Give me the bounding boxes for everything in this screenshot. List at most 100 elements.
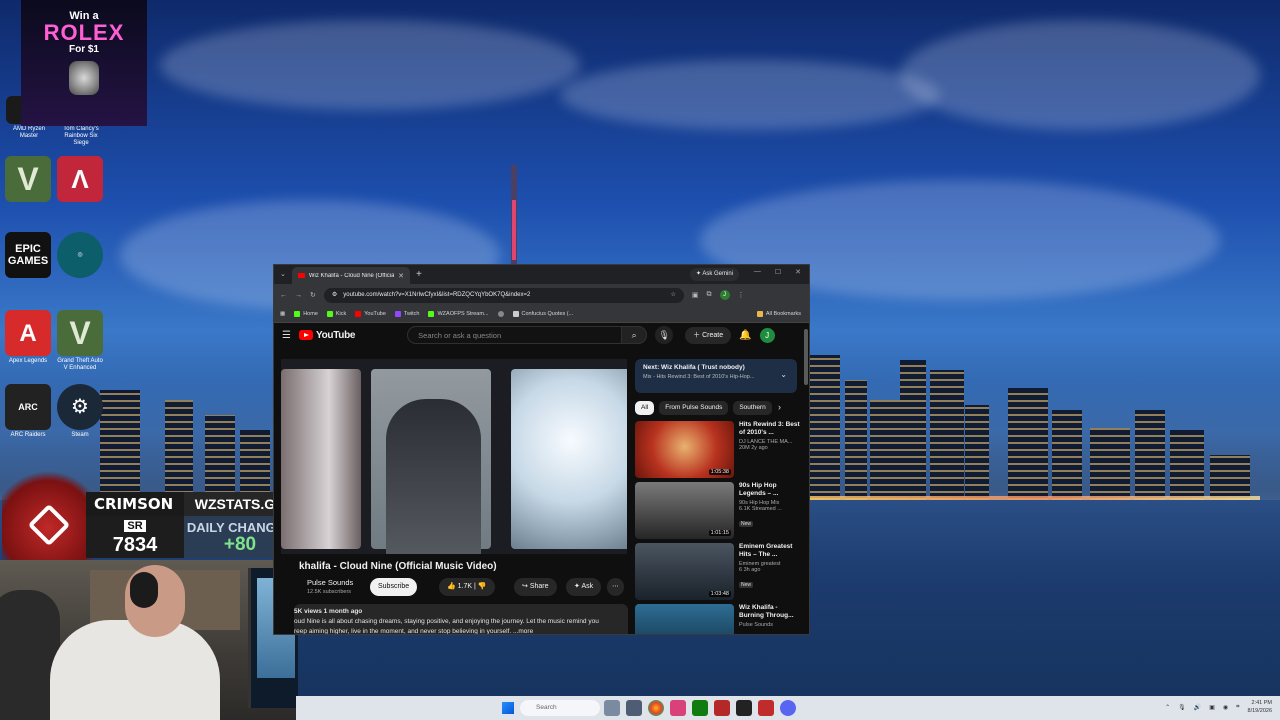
desktop-icon[interactable]: V [3,156,53,204]
app-a-icon: Λ [57,156,103,202]
bookmark-home[interactable]: Home [294,311,318,317]
address-bar[interactable]: ⚙ youtube.com/watch?v=X1NrIwCfyxI&list=R… [323,287,684,303]
chip-southern[interactable]: Southern [733,401,772,415]
minimize-icon[interactable]: — [754,268,761,276]
taskbar-search-input[interactable]: Search [520,700,600,716]
desktop-icon-label: ARC Raiders [10,432,46,438]
recommendation-item[interactable]: 1:03:48 Eminem Greatest Hits – The ... E… [635,543,800,601]
close-tab-icon[interactable]: ✕ [398,272,404,280]
subscribe-button[interactable]: Subscribe [370,578,418,596]
desktop-icon[interactable]: V Grand Theft Auto V Enhanced [55,310,105,372]
cloud [900,20,1260,130]
hamburger-menu-icon[interactable]: ☰ [282,330,291,341]
app-icon[interactable] [670,700,686,716]
site-info-icon[interactable]: ⚙ [332,288,337,303]
back-icon[interactable]: ← [280,292,287,299]
kick-icon [428,311,435,317]
extensions-puzzle-icon[interactable]: ⧉ [707,291,712,299]
network-icon[interactable]: ⌗ [1236,704,1239,711]
forward-icon[interactable]: → [295,292,302,299]
recommendation-item[interactable]: 1:01:15 90s Hip Hop Legends – ... 90s Hi… [635,482,800,540]
building [1135,410,1165,500]
profile-avatar[interactable]: J [719,290,730,300]
chevron-right-icon[interactable]: › [778,402,781,412]
app-tray-icon[interactable]: ◉ [1223,704,1228,711]
chrome-icon[interactable] [648,700,664,716]
building [1170,430,1204,500]
app-icon[interactable] [758,700,774,716]
create-button[interactable]: ＋ Create [685,326,732,344]
share-button[interactable]: ↪ Share [514,578,557,596]
rec-title: Eminem Greatest Hits – The ... [739,543,793,558]
microphone-icon[interactable]: 🎙 [655,326,674,344]
chevron-up-icon[interactable]: ⌃ [1165,704,1170,711]
mix-playlist-header[interactable]: Next: Wiz Khalifa ( Trust nobody) Mix - … [635,359,797,393]
page-scrollbar[interactable] [804,329,808,385]
channel-name[interactable]: Pulse Sounds [307,578,353,587]
more-actions-icon[interactable]: ⋯ [607,578,624,596]
chip-from-pulse-sounds[interactable]: From Pulse Sounds [659,401,729,415]
bookmark-twitch[interactable]: Twitch [394,311,419,317]
youtube-search-input[interactable]: Search or ask a question ⌕ [407,326,648,344]
description-line: reep aiming higher, live in the moment, … [294,628,534,635]
app-icon[interactable] [714,700,730,716]
desktop-icon[interactable]: A Apex Legends [3,310,53,365]
recommendation-item[interactable]: Wiz Khalifa - Burning Throug... Pulse So… [635,604,800,634]
notifications-bell-icon[interactable]: 🔔 [739,330,751,341]
epic-games-icon[interactable] [736,700,752,716]
desktop-icon[interactable]: ◎ [55,232,105,280]
volume-icon[interactable]: 🔊 [1194,704,1201,711]
youtube-header: ☰ YouTube Search or ask a question ⌕ 🎙 ＋… [274,323,809,347]
all-bookmarks[interactable]: All Bookmarks [756,311,801,317]
rolex-ad[interactable]: Win a ROLEX For $1 [21,0,147,126]
bookmark-globe[interactable] [497,311,504,317]
app-tray-icon[interactable]: ▣ [1209,704,1215,711]
desktop-icon-label: Apex Legends [8,358,48,364]
bookmark-confucius[interactable]: Confucius Quotes (... [512,311,573,317]
video-thumbnail: 1:05:38 [635,421,734,478]
like-button[interactable]: 👍 1.7K | 👎 [439,578,495,596]
chip-all[interactable]: All [635,401,655,415]
new-tab-icon[interactable]: + [416,269,422,280]
microphone-icon[interactable]: 🎙 [1178,704,1186,711]
discord-icon[interactable] [780,700,796,716]
video-player[interactable] [281,359,627,554]
maximize-icon[interactable]: ☐ [775,268,781,276]
twitch-icon [394,311,401,317]
tab-search-icon[interactable]: ⌄ [280,270,286,278]
description-box[interactable]: 5K views 1 month ago oud Nine is all abo… [294,604,628,635]
desktop-icon[interactable]: ARC ARC Raiders [3,384,53,439]
desktop-icon[interactable]: ⚙ Steam [55,384,105,439]
desktop-icon[interactable]: EPIC GAMES [3,232,53,280]
desktop-icon[interactable]: Λ [55,156,105,204]
youtube-logo[interactable]: YouTube [298,330,355,341]
logo-glyph [27,503,71,547]
active-tab[interactable]: Wiz Khalifa - Cloud Nine (Official ✕ [292,267,410,284]
video-figure [386,399,481,554]
ask-gemini-button[interactable]: ✦ Ask Gemini [689,268,739,281]
chevron-down-icon[interactable]: ⌄ [780,370,787,379]
start-button[interactable] [502,702,514,714]
clock[interactable]: 2:41 PM 8/19/2026 [1248,699,1272,715]
menu-kebab-icon[interactable]: ⋮ [738,291,745,299]
xbox-icon[interactable] [692,700,708,716]
bookmark-wzaofps[interactable]: WZAOFPS Stream... [428,311,489,317]
bookmark-star-icon[interactable]: ☆ [670,288,683,303]
bookmark-youtube[interactable]: YouTube [355,311,386,317]
url-text: youtube.com/watch?v=X1NrIwCfyxI&list=RDZ… [343,291,531,298]
close-window-icon[interactable]: ✕ [795,268,801,276]
bookmark-kick[interactable]: Kick [326,311,346,317]
apps-grid-icon[interactable]: ▦ [280,311,285,317]
file-explorer-icon[interactable] [626,700,642,716]
ask-button[interactable]: ✦ Ask [566,578,602,596]
desktop-icon-label: Grand Theft Auto V Enhanced [57,358,103,371]
building [870,400,900,500]
extension-icon[interactable]: ▣ [692,291,699,299]
recommendation-item[interactable]: 1:05:38 Hits Rewind 3: Best of 2010's ..… [635,421,800,479]
tab-title: Wiz Khalifa - Cloud Nine (Official [308,272,395,279]
reload-icon[interactable]: ↻ [310,291,316,299]
search-icon[interactable]: ⌕ [621,326,648,344]
account-avatar[interactable]: J [759,327,775,343]
building [1052,410,1082,500]
task-view-icon[interactable] [604,700,620,716]
